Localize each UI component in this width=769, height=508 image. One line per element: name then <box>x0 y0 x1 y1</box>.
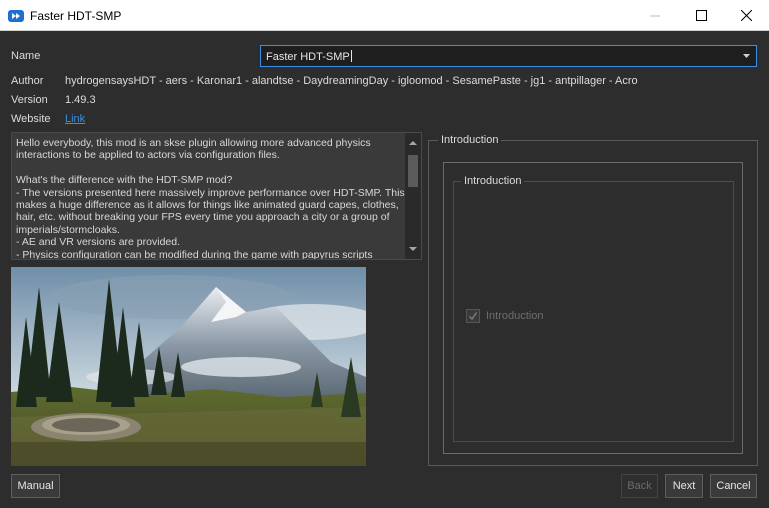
scroll-up-icon[interactable] <box>409 139 417 147</box>
name-combobox[interactable]: Faster HDT-SMP <box>260 45 757 67</box>
description-text: Hello everybody, this mod is an skse plu… <box>16 137 405 260</box>
checkmark-icon <box>468 312 478 321</box>
manual-button[interactable]: Manual <box>11 474 60 498</box>
introduction-checkbox[interactable] <box>466 309 480 323</box>
group-title: Introduction <box>461 175 525 187</box>
next-button[interactable]: Next <box>665 474 703 498</box>
author-label: Author <box>11 75 44 87</box>
name-label: Name <box>11 50 41 62</box>
window-title: Faster HDT-SMP <box>30 9 122 23</box>
scroll-down-icon[interactable] <box>409 245 417 253</box>
panel-title: Introduction <box>438 134 502 146</box>
close-button[interactable] <box>723 0 769 31</box>
website-label: Website <box>11 113 51 125</box>
app-icon <box>8 10 24 22</box>
cancel-button[interactable]: Cancel <box>710 474 757 498</box>
text-cursor <box>350 50 352 62</box>
version-label: Version <box>11 94 48 106</box>
author-value: hydrogensaysHDT - aers - Karonar1 - alan… <box>65 75 638 87</box>
maximize-button[interactable] <box>678 0 724 31</box>
name-value: Faster HDT-SMP <box>266 51 350 63</box>
close-icon <box>740 10 752 21</box>
title-bar: Faster HDT-SMP <box>0 0 769 31</box>
website-link[interactable]: Link <box>65 113 85 125</box>
version-value: 1.49.3 <box>65 94 96 106</box>
description-box[interactable]: Hello everybody, this mod is an skse plu… <box>11 132 422 260</box>
description-scrollbar[interactable] <box>405 133 421 259</box>
back-button[interactable]: Back <box>621 474 658 498</box>
mod-preview-image <box>11 267 366 466</box>
introduction-checkbox-label: Introduction <box>486 310 544 322</box>
name-input[interactable]: Faster HDT-SMP <box>266 50 352 63</box>
chevron-down-icon[interactable] <box>743 54 750 58</box>
maximize-icon <box>695 10 707 21</box>
minimize-button[interactable] <box>632 0 678 31</box>
scrollbar-thumb[interactable] <box>408 155 418 187</box>
minimize-icon <box>650 15 660 16</box>
